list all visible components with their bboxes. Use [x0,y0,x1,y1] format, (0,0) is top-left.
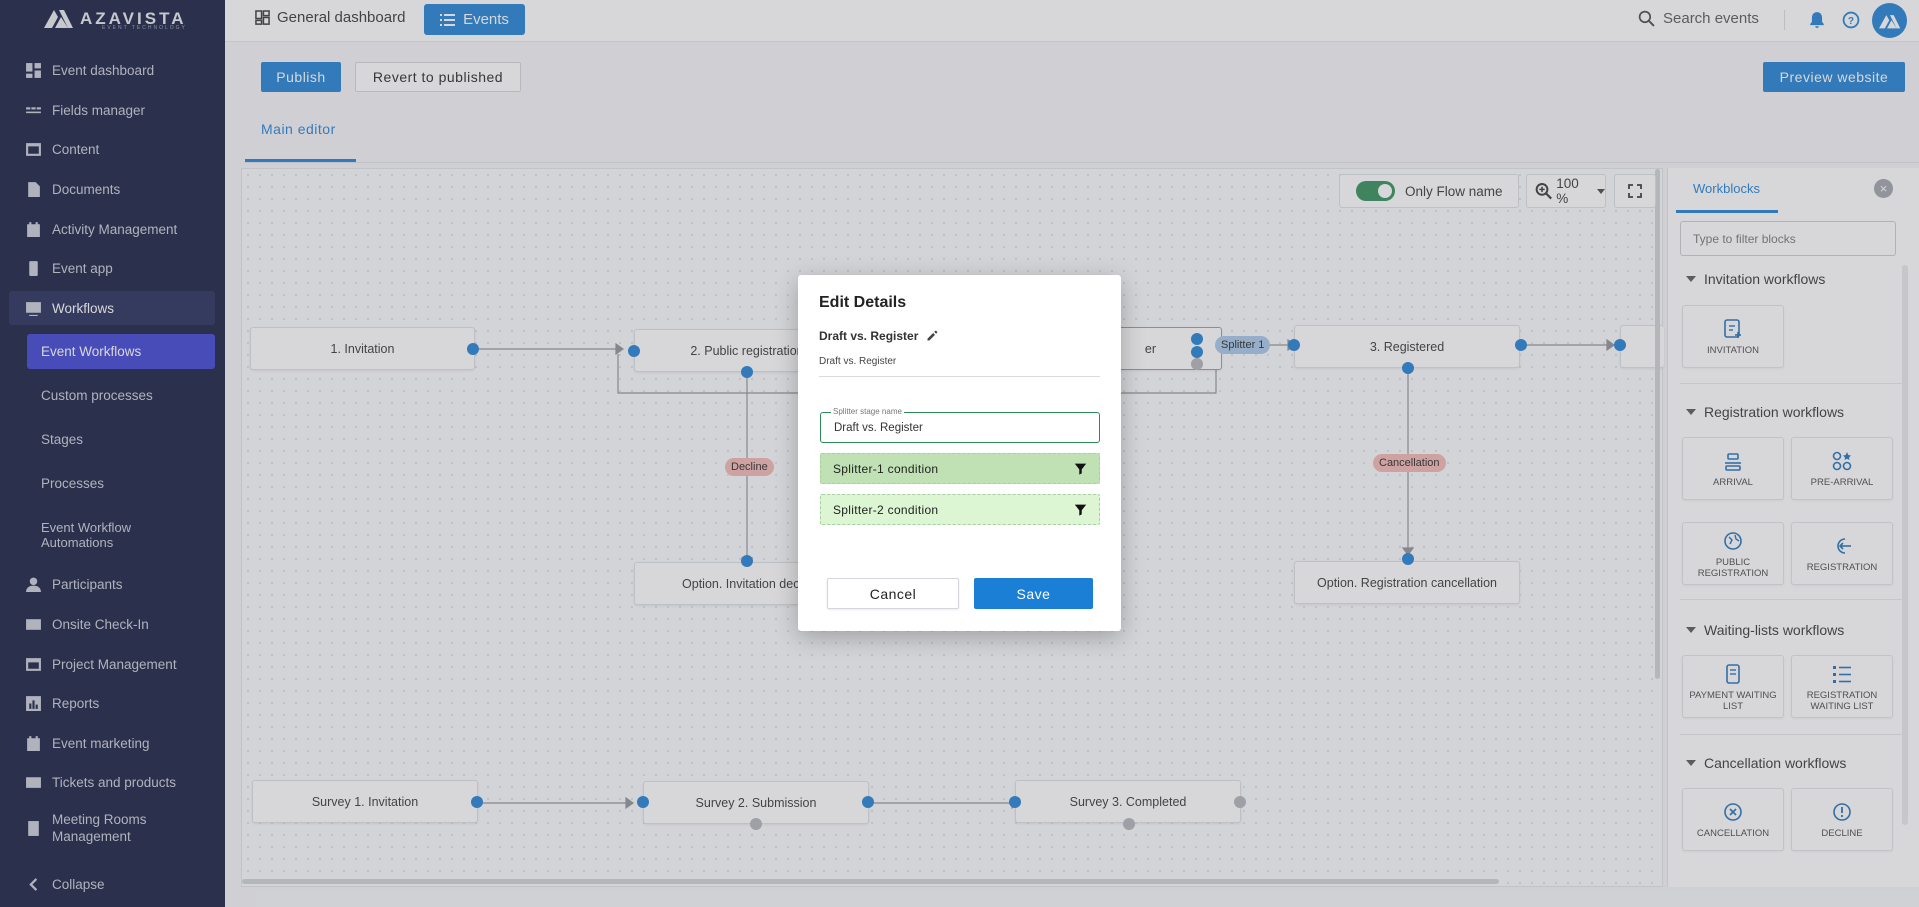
field-label: Splitter stage name [831,407,904,416]
stage-name-heading: Draft vs. Register [819,329,938,343]
stage-subtitle: Draft vs. Register [819,356,897,367]
splitter-stage-name-field[interactable]: Splitter stage name Draft vs. Register [820,407,1100,443]
field-value[interactable]: Draft vs. Register [834,422,923,434]
splitter-1-condition[interactable]: Splitter-1 condition [820,453,1100,484]
stage-name: Draft vs. Register [819,329,919,343]
condition-label: Splitter-1 condition [833,461,939,476]
divider [819,376,1100,377]
edit-details-dialog: Edit Details Draft vs. Register Draft vs… [798,275,1121,631]
pencil-icon[interactable] [926,330,938,342]
cancel-button[interactable]: Cancel [827,578,959,609]
condition-label: Splitter-2 condition [833,502,939,517]
filter-icon[interactable] [1074,503,1087,516]
splitter-2-condition[interactable]: Splitter-2 condition [820,494,1100,525]
filter-icon[interactable] [1074,462,1087,475]
dialog-title: Edit Details [819,294,907,311]
save-button[interactable]: Save [974,578,1093,609]
